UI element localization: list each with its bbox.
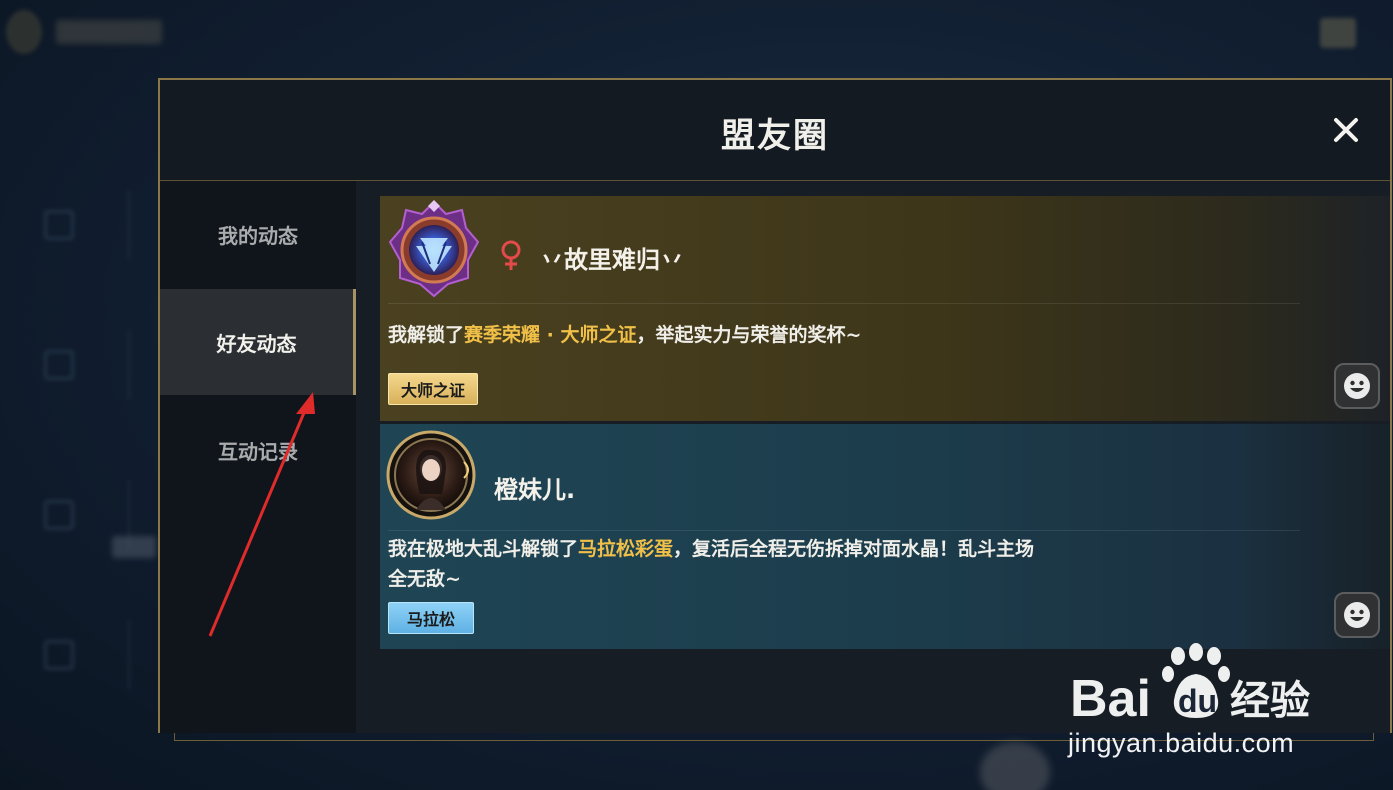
sidebar: 我的动态 好友动态 互动记录	[160, 181, 356, 733]
svg-text:经验: 经验	[1230, 678, 1310, 724]
background-back-button	[6, 10, 42, 54]
card-divider	[388, 303, 1300, 304]
svg-text:Bai: Bai	[1070, 670, 1151, 728]
post-text-part: ，复活后全程无伤拆掉对面水晶！乱斗主场	[673, 538, 1035, 560]
achievement-tag[interactable]: 大师之证	[388, 373, 479, 405]
female-icon	[498, 240, 524, 272]
react-button[interactable]	[1334, 363, 1380, 409]
card-divider	[388, 530, 1300, 531]
ally-circle-modal: 盟友圈 我的动态 好友动态 互动记录 丷故里难归丷 我解锁了赛季荣耀 · 大师之…	[158, 78, 1392, 733]
background-side-tile	[0, 320, 160, 415]
sidebar-item-my-feed[interactable]: 我的动态	[160, 181, 356, 287]
modal-title: 盟友圈	[721, 116, 829, 156]
diamond-rank-emblem-icon[interactable]	[386, 198, 482, 298]
background-title	[56, 20, 162, 44]
post-text: 我解锁了赛季荣耀 · 大师之证，举起实力与荣誉的奖杯~	[388, 320, 861, 350]
background-side-tile	[0, 610, 160, 705]
sidebar-item-label: 好友动态	[216, 331, 297, 356]
post-text-part: ，举起实力与荣誉的奖杯~	[636, 324, 862, 346]
sidebar-item-friends-feed[interactable]: 好友动态	[160, 289, 356, 395]
highlighted-achievement: 马拉松彩蛋	[578, 538, 674, 560]
close-icon	[1334, 118, 1358, 142]
smiley-face-icon	[1344, 602, 1370, 628]
post-text-line2: 全无敌~	[388, 568, 461, 590]
username[interactable]: 橙妹儿.	[494, 470, 575, 505]
background-corner-icon	[1320, 18, 1356, 48]
background-bottom-shape	[980, 742, 1050, 790]
background-side-tile	[0, 180, 160, 275]
modal-header: 盟友圈	[160, 80, 1390, 181]
sidebar-item-interaction-log[interactable]: 互动记录	[160, 397, 356, 503]
sidebar-item-label: 我的动态	[218, 223, 298, 248]
user-portrait-avatar[interactable]	[386, 430, 476, 520]
background-chip	[112, 536, 156, 558]
feed-card: 丷故里难归丷 我解锁了赛季荣耀 · 大师之证，举起实力与荣誉的奖杯~ 大师之证	[380, 196, 1390, 421]
svg-text:du: du	[1178, 683, 1217, 719]
close-button[interactable]	[1326, 110, 1366, 150]
post-text-part: 我解锁了	[388, 324, 465, 346]
smiley-face-icon	[1344, 373, 1370, 399]
watermark-url: jingyan.baidu.com	[1068, 728, 1295, 758]
username[interactable]: 丷故里难归丷	[540, 240, 684, 275]
post-text: 我在极地大乱斗解锁了马拉松彩蛋，复活后全程无伤拆掉对面水晶！乱斗主场	[388, 534, 1034, 564]
feed-card: 橙妹儿. 我在极地大乱斗解锁了马拉松彩蛋，复活后全程无伤拆掉对面水晶！乱斗主场 …	[380, 424, 1390, 649]
post-text-part: 我在极地大乱斗解锁了	[388, 538, 579, 560]
react-button[interactable]	[1334, 592, 1380, 638]
achievement-tag[interactable]: 马拉松	[388, 602, 475, 634]
highlighted-achievement: 赛季荣耀 · 大师之证	[464, 324, 637, 346]
sidebar-item-label: 互动记录	[218, 439, 298, 464]
